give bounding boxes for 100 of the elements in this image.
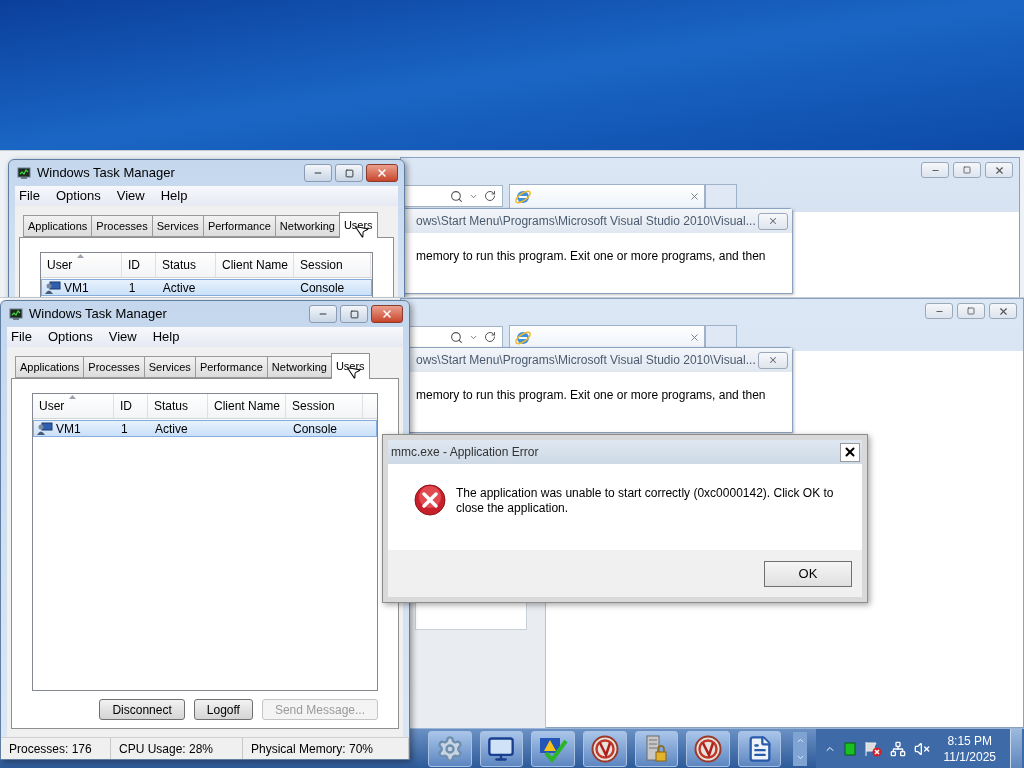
- close-button[interactable]: [840, 442, 860, 462]
- search-icon: [450, 330, 463, 344]
- sort-arrow-icon: [69, 395, 76, 399]
- column-header[interactable]: User: [41, 253, 122, 277]
- column-header[interactable]: Session: [294, 253, 371, 277]
- maximize-button[interactable]: [335, 164, 363, 182]
- minimize-button[interactable]: [925, 303, 953, 319]
- round-emblem-icon: [590, 734, 619, 763]
- status-indicator-icon[interactable]: [843, 741, 856, 756]
- tab[interactable]: Networking: [274, 215, 339, 237]
- column-header[interactable]: ID: [122, 253, 156, 277]
- menu-item[interactable]: Help: [160, 186, 188, 206]
- taskbar-button[interactable]: [582, 730, 627, 767]
- network-icon[interactable]: [889, 740, 906, 757]
- restore-icon: [967, 307, 975, 315]
- taskbar-button[interactable]: [479, 730, 524, 767]
- maximize-button[interactable]: [340, 305, 368, 323]
- browser-tab[interactable]: [509, 184, 705, 208]
- column-header[interactable]: ID: [114, 394, 148, 418]
- user-icon: [45, 281, 61, 294]
- task-manager-icon: [9, 307, 23, 321]
- minimize-button[interactable]: [304, 164, 332, 182]
- minimize-button[interactable]: [921, 162, 949, 178]
- taskbar-button[interactable]: [531, 730, 575, 767]
- tab[interactable]: Services: [151, 215, 203, 237]
- browser-tab[interactable]: [509, 325, 705, 349]
- refresh-icon: [484, 331, 496, 343]
- column-header[interactable]: Status: [148, 394, 208, 418]
- tab[interactable]: Processes: [91, 215, 152, 237]
- menu-item[interactable]: Help: [152, 327, 180, 347]
- round-emblem-icon: [694, 734, 722, 763]
- taskbar-button[interactable]: [686, 730, 730, 767]
- dialog-title: mmc.exe - Application Error: [391, 444, 539, 461]
- tab[interactable]: Performance: [194, 356, 267, 378]
- ok-button[interactable]: OK: [764, 560, 852, 587]
- table-cell: Console: [293, 421, 338, 436]
- table-cell: Console: [300, 280, 345, 295]
- close-tab-icon[interactable]: [689, 332, 700, 343]
- table-cell-text: VM1: [64, 279, 89, 297]
- table-cell-text: VM1: [56, 420, 81, 438]
- tab[interactable]: Networking: [266, 356, 331, 378]
- maximize-icon: [349, 309, 359, 319]
- taskbar-button[interactable]: [737, 730, 782, 767]
- close-icon: [768, 216, 778, 226]
- user-row[interactable]: VM1 1 Active Console: [33, 420, 377, 437]
- status-bar-field: Processes: 176: [1, 738, 111, 759]
- maximize-icon: [344, 168, 354, 178]
- window-title: Windows Task Manager: [29, 305, 167, 324]
- column-header[interactable]: Status: [156, 253, 216, 277]
- gear-icon: [435, 734, 464, 763]
- table-cell: Active: [155, 421, 188, 436]
- menu-item[interactable]: View: [108, 327, 137, 347]
- close-tab-icon[interactable]: [689, 191, 700, 202]
- tab[interactable]: Processes: [83, 356, 144, 378]
- clock[interactable]: 8:15 PM 11/1/2025: [937, 732, 1002, 765]
- tab[interactable]: Applications: [23, 215, 92, 237]
- muted-speaker-icon[interactable]: [913, 740, 930, 757]
- table-cell: 1: [121, 421, 128, 436]
- show-desktop-button[interactable]: [1010, 729, 1022, 768]
- user-row[interactable]: VM1 1 Active Console: [41, 279, 372, 296]
- menu-item[interactable]: Options: [47, 327, 93, 347]
- close-icon: [993, 164, 1005, 176]
- dialog-button[interactable]: Logoff: [193, 699, 253, 720]
- refresh-icon: [484, 190, 496, 202]
- close-button[interactable]: [366, 164, 398, 182]
- scroll-up-button[interactable]: [793, 731, 808, 749]
- file-path: ows\Start Menu\Programs\Microsoft Visual Studio 2010\Visual...: [415, 352, 756, 369]
- close-button[interactable]: [371, 305, 403, 323]
- message-text: memory to run this program. Exit one or more programs, and then: [415, 248, 767, 265]
- column-header[interactable]: Client Name: [216, 253, 294, 277]
- user-icon: [37, 422, 53, 435]
- server-lock-icon: [643, 733, 670, 764]
- table-cell: 1: [128, 280, 136, 295]
- sort-arrow-icon: [77, 254, 84, 258]
- task-manager-icon: [17, 166, 31, 180]
- column-header[interactable]: User: [33, 394, 114, 418]
- status-bar-field: CPU Usage: 28%: [111, 738, 243, 759]
- close-icon: [768, 355, 778, 365]
- restore-button[interactable]: [957, 303, 985, 319]
- restore-button[interactable]: [953, 162, 981, 178]
- flag-error-icon[interactable]: [863, 740, 882, 757]
- status-bar-field: Physical Memory: 70%: [243, 738, 409, 759]
- new-tab-button[interactable]: [705, 325, 737, 349]
- menu-item[interactable]: File: [11, 327, 32, 347]
- tab[interactable]: Applications: [15, 356, 84, 378]
- column-header[interactable]: Client Name: [208, 394, 286, 418]
- tab[interactable]: Performance: [202, 215, 275, 237]
- close-icon: [376, 167, 388, 179]
- minimize-button[interactable]: [309, 305, 337, 323]
- column-header[interactable]: Session: [286, 394, 363, 418]
- menu-item[interactable]: Options: [55, 186, 101, 206]
- new-tab-button[interactable]: [705, 184, 737, 208]
- dialog-button[interactable]: Disconnect: [99, 699, 185, 720]
- menu-item[interactable]: View: [116, 186, 145, 206]
- monitor-icon: [487, 734, 516, 763]
- search-icon: [450, 189, 463, 203]
- tab[interactable]: Services: [143, 356, 195, 378]
- menu-item[interactable]: File: [19, 186, 40, 206]
- message-text: memory to run this program. Exit one or more programs, and then: [415, 387, 767, 404]
- taskbar-button[interactable]: [634, 730, 679, 767]
